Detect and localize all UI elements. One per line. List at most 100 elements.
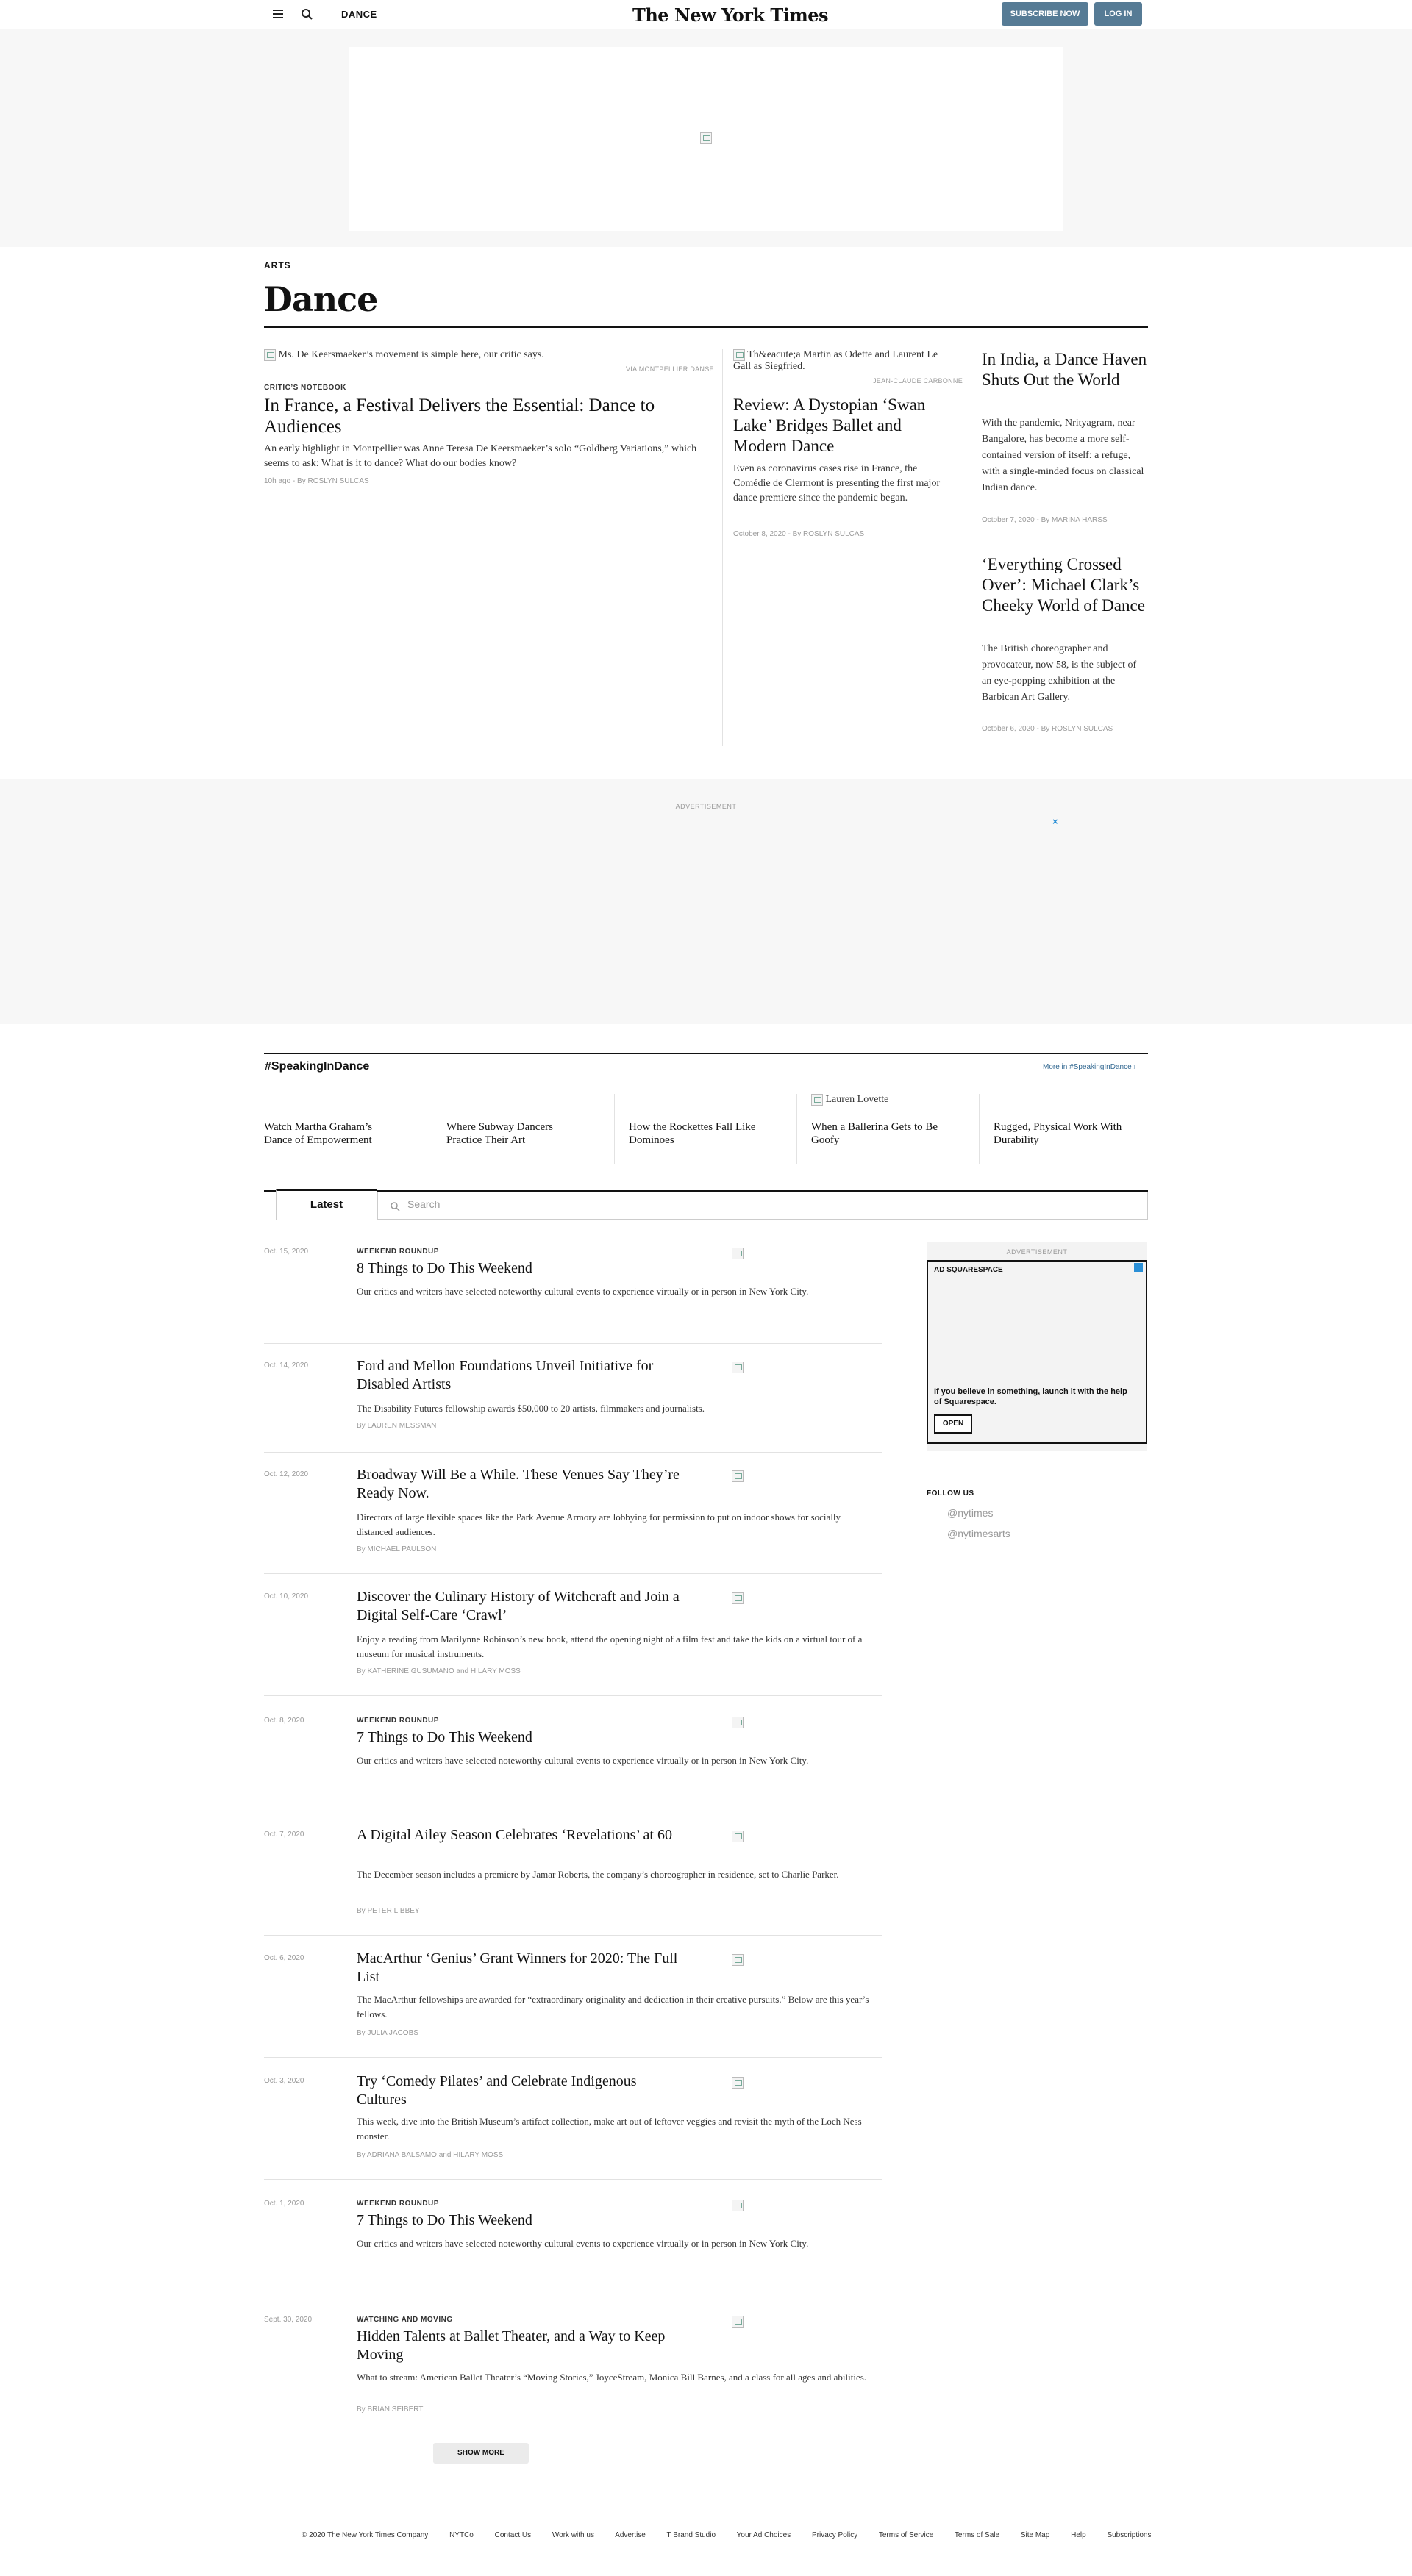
article-headline[interactable]: Broadway Will Be a While. These Venues S… [357, 1466, 688, 1503]
article-thumbnail[interactable] [732, 1831, 744, 1842]
footer-link[interactable]: Help [1071, 2531, 1086, 2539]
ad-label: ADVERTISEMENT [675, 803, 737, 810]
footer-link[interactable]: Advertise [615, 2531, 646, 2539]
search-icon[interactable] [300, 7, 315, 22]
article-headline[interactable]: Ford and Mellon Foundations Unveil Initi… [357, 1357, 688, 1394]
list-item[interactable]: Oct. 15, 2020 WEEKEND ROUNDUP 8 Things t… [264, 1248, 882, 1365]
article-thumbnail[interactable] [732, 1470, 744, 1482]
speaking-item-title[interactable]: How the Rockettes Fall Like Dominoes [629, 1120, 776, 1147]
search-input[interactable] [407, 1198, 849, 1210]
list-item[interactable]: Oct. 10, 2020 Discover the Culinary Hist… [264, 1589, 882, 1710]
list-item[interactable]: Oct. 8, 2020 WEEKEND ROUNDUP 7 Things to… [264, 1717, 882, 1834]
title-rule [264, 326, 1148, 328]
close-icon[interactable]: × [1052, 816, 1058, 827]
list-item[interactable]: Oct. 14, 2020 Ford and Mellon Foundation… [264, 1358, 882, 1479]
lede-headline[interactable]: In France, a Festival Delivers the Essen… [264, 395, 705, 437]
footer-link[interactable]: Site Map [1021, 2531, 1049, 2539]
article-thumbnail[interactable] [732, 2077, 744, 2089]
speaking-item-title[interactable]: When a Ballerina Gets to Be Goofy [811, 1120, 958, 1147]
article-headline[interactable]: Discover the Culinary History of Witchcr… [357, 1588, 688, 1625]
image-credit: VIA MONTPELLIER DANSE [626, 365, 714, 373]
third-byline: October 7, 2020 - By MARINA HARSS [982, 516, 1108, 524]
list-item[interactable]: Sept. 30, 2020 WATCHING AND MOVING Hidde… [264, 2316, 882, 2433]
footer-link[interactable]: Contact Us [495, 2531, 531, 2539]
section-name[interactable]: DANCE [341, 9, 377, 20]
ad-sponsor: AD SQUARESPACE [934, 1266, 1003, 1274]
column-divider [614, 1094, 615, 1164]
article-thumbnail[interactable] [732, 2316, 744, 2328]
more-link[interactable]: More in #SpeakingInDance › [1043, 1063, 1136, 1071]
article-headline[interactable]: 8 Things to Do This Weekend [357, 1259, 688, 1278]
speaking-item-title[interactable]: Rugged, Physical Work With Durability [994, 1120, 1148, 1147]
login-button[interactable]: LOG IN [1094, 2, 1142, 26]
article-thumbnail[interactable] [732, 1592, 744, 1604]
article-thumbnail[interactable] [732, 1717, 744, 1728]
footer-link[interactable]: Terms of Sale [955, 2531, 999, 2539]
footer-link[interactable]: Terms of Service [879, 2531, 933, 2539]
image-credit: JEAN-CLAUDE CARBONNE [873, 377, 963, 384]
tab-latest[interactable]: Latest [276, 1189, 377, 1220]
article-summary: This week, dive into the British Museum’… [357, 2116, 862, 2142]
article-label: WEEKEND ROUNDUP [357, 1717, 439, 1725]
ad-label: ADVERTISEMENT [1006, 1248, 1068, 1256]
divider [264, 1452, 882, 1453]
twitter-handle[interactable]: @nytimesarts [947, 1528, 1010, 1539]
footer-link[interactable]: Your Ad Choices [737, 2531, 791, 2539]
show-more-button[interactable]: SHOW MORE [433, 2443, 529, 2464]
article-date: Oct. 8, 2020 [264, 1717, 304, 1725]
article-label: WEEKEND ROUNDUP [357, 1248, 439, 1256]
article-headline[interactable]: 7 Things to Do This Weekend [357, 1728, 688, 1747]
list-item[interactable]: Oct. 7, 2020 A Digital Ailey Season Cele… [264, 1827, 882, 1948]
third-headline[interactable]: In India, a Dance Haven Shuts Out the Wo… [982, 349, 1148, 390]
article-summary: Our critics and writers have selected no… [357, 1755, 809, 1766]
article-summary: Directors of large flexible spaces like … [357, 1511, 841, 1537]
article-headline[interactable]: 7 Things to Do This Weekend [357, 2211, 688, 2230]
article-date: Sept. 30, 2020 [264, 2316, 313, 2324]
twitter-handle[interactable]: @nytimes [947, 1507, 993, 1519]
article-date: Oct. 3, 2020 [264, 2077, 304, 2085]
ad-creative[interactable]: AD SQUARESPACE If you believe in somethi… [927, 1260, 1147, 1444]
list-item[interactable]: Oct. 3, 2020 Try ‘Comedy Pilates’ and Ce… [264, 2073, 882, 2194]
subscribe-button[interactable]: SUBSCRIBE NOW [1002, 2, 1088, 26]
article-headline[interactable]: MacArthur ‘Genius’ Grant Winners for 202… [357, 1950, 688, 1986]
nyt-logo[interactable]: The New York Times [632, 4, 829, 26]
divider [264, 1573, 882, 1574]
footer-link[interactable]: Subscriptions [1107, 2531, 1151, 2539]
footer-link[interactable]: NYTCo [449, 2531, 474, 2539]
article-summary: Our critics and writers have selected no… [357, 2238, 809, 2249]
second-headline[interactable]: Review: A Dystopian ‘Swan Lake’ Bridges … [733, 395, 954, 457]
footer-copyright[interactable]: © 2020 The New York Times Company [302, 2531, 428, 2539]
divider [264, 2179, 882, 2180]
list-item[interactable]: Oct. 1, 2020 WEEKEND ROUNDUP 7 Things to… [264, 2200, 882, 2317]
article-headline[interactable]: Try ‘Comedy Pilates’ and Celebrate Indig… [357, 2072, 688, 2109]
fourth-headline[interactable]: ‘Everything Crossed Over’: Michael Clark… [982, 554, 1148, 616]
search-box[interactable] [377, 1192, 1148, 1220]
article-thumbnail[interactable] [732, 1362, 744, 1373]
article-thumbnail[interactable] [732, 2200, 744, 2211]
article-byline: By LAUREN MESSMAN [357, 1422, 437, 1430]
divider [264, 1935, 882, 1936]
fourth-byline: October 6, 2020 - By ROSLYN SULCAS [982, 725, 1113, 733]
speaking-item-title[interactable]: Where Subway Dancers Practice Their Art [446, 1120, 579, 1147]
follow-us-heading: FOLLOW US [927, 1489, 974, 1498]
divider [264, 1695, 882, 1696]
lede-image[interactable]: Ms. De Keersmaeker’s movement is simple … [264, 349, 713, 361]
ad-choices-icon[interactable] [1134, 1263, 1143, 1272]
article-headline[interactable]: A Digital Ailey Season Celebrates ‘Revel… [357, 1826, 688, 1845]
article-headline[interactable]: Hidden Talents at Ballet Theater, and a … [357, 2328, 688, 2364]
ad-open-button[interactable]: OPEN [934, 1414, 972, 1434]
section-kicker[interactable]: ARTS [264, 260, 291, 271]
list-item[interactable]: Oct. 6, 2020 MacArthur ‘Genius’ Grant Wi… [264, 1950, 882, 2072]
article-thumbnail[interactable] [732, 1954, 744, 1966]
hamburger-menu-icon[interactable] [271, 7, 285, 22]
second-image[interactable]: Th&eacute;a Martin as Odette and Laurent… [733, 349, 954, 373]
footer-link[interactable]: T Brand Studio [666, 2531, 716, 2539]
footer-link[interactable]: Work with us [552, 2531, 594, 2539]
ad-slot[interactable] [349, 47, 1063, 231]
speaking-item-title[interactable]: Watch Martha Graham’s Dance of Empowerme… [264, 1120, 396, 1147]
speaking-in-dance-title[interactable]: #SpeakingInDance [265, 1060, 369, 1073]
footer-link[interactable]: Privacy Policy [812, 2531, 857, 2539]
list-item[interactable]: Oct. 12, 2020 Broadway Will Be a While. … [264, 1467, 882, 1588]
article-thumbnail[interactable] [732, 1248, 744, 1259]
article-date: Oct. 1, 2020 [264, 2200, 304, 2208]
